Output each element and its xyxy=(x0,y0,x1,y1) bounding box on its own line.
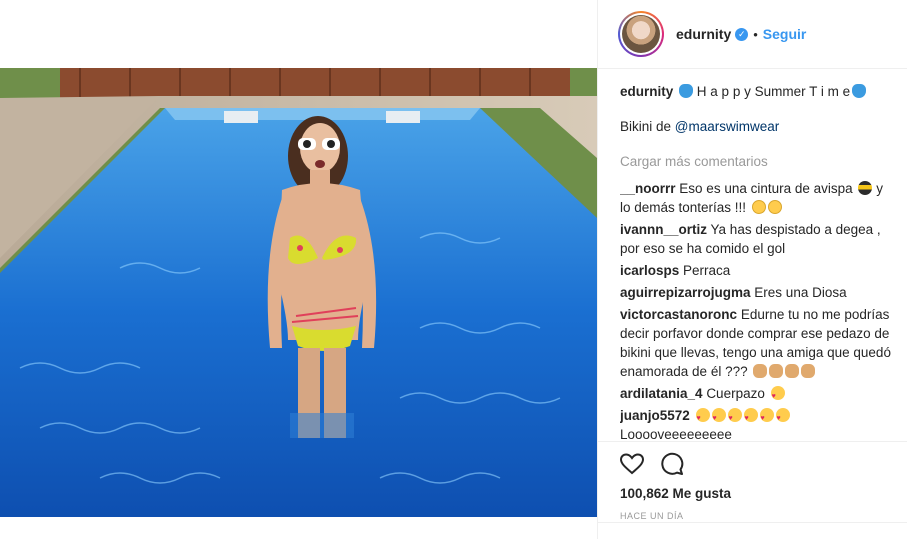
caption-text: H a p p y Summer T i m e xyxy=(696,84,851,99)
comment-item: victorcastanoronc Edurne tu no me podría… xyxy=(620,305,892,381)
comment-text: Eres una Diosa xyxy=(754,285,847,300)
caption-line2: Bikini de xyxy=(620,119,675,134)
avatar-story-ring[interactable] xyxy=(618,11,664,57)
pool-photo-illustration xyxy=(0,68,597,517)
heart-eyes-emoji-icon xyxy=(695,408,710,428)
likes-count[interactable]: 100,862 Me gusta xyxy=(598,478,907,501)
comment-text-cont: Looooveeeeeeeee xyxy=(620,427,732,440)
load-more-comments-link[interactable]: Cargar más comentarios xyxy=(620,152,892,171)
heart-eyes-emoji-icon xyxy=(727,408,742,428)
avatar xyxy=(622,15,660,53)
comment-text: Perraca xyxy=(683,263,731,278)
post-header: edurnity ✓ • Seguir xyxy=(598,0,907,68)
comment-username[interactable]: icarlosps xyxy=(620,263,679,278)
header-divider xyxy=(598,68,907,69)
comment-item: juanjo5572 Looooveeeeeeeee xyxy=(620,406,892,440)
heart-eyes-emoji-icon xyxy=(775,408,790,428)
follow-button[interactable]: Seguir xyxy=(763,26,807,42)
header-username[interactable]: edurnity xyxy=(676,26,731,42)
post-caption: edurnity H a p p y Summer T i m e Bikini… xyxy=(620,82,892,136)
post-timestamp[interactable]: HACE UN DÍA xyxy=(598,501,907,521)
comment-username[interactable]: juanjo5572 xyxy=(620,408,690,423)
comment-item: ivannn__ortiz Ya has despistado a degea … xyxy=(620,220,892,258)
comment-text: Eso es una cintura de avispa xyxy=(679,181,853,196)
photo-column xyxy=(0,0,597,539)
pray-emoji-icon xyxy=(785,364,800,378)
butterfly-emoji-icon xyxy=(679,84,694,98)
comment-item: icarlosps Perraca xyxy=(620,261,892,280)
heart-eyes-emoji-icon xyxy=(711,408,726,428)
heart-eyes-emoji-icon xyxy=(743,408,758,428)
comment-text: Cuerpazo xyxy=(706,386,765,401)
flushed-face-emoji-icon xyxy=(767,200,782,214)
pray-emoji-icon xyxy=(769,364,784,378)
heart-icon[interactable] xyxy=(620,453,644,475)
post-photo[interactable] xyxy=(0,68,597,517)
comment-item: aguirrepizarrojugma Eres una Diosa xyxy=(620,283,892,302)
comment-username[interactable]: ardilatania_4 xyxy=(620,386,703,401)
comment-bubble-icon[interactable] xyxy=(660,452,684,476)
comment-item: __noorrr Eso es una cintura de avispa y … xyxy=(620,179,892,217)
comment-item: ardilatania_4 Cuerpazo xyxy=(620,384,892,406)
heart-eyes-emoji-icon xyxy=(770,386,785,406)
post-sidebar: edurnity ✓ • Seguir edurnity H a p p y S… xyxy=(597,0,907,539)
heart-eyes-emoji-icon xyxy=(759,408,774,428)
comment-username[interactable]: ivannn__ortiz xyxy=(620,222,707,237)
caption-mention-link[interactable]: @maarswimwear xyxy=(675,119,779,134)
comment-username[interactable]: __noorrr xyxy=(620,181,676,196)
pray-emoji-icon xyxy=(801,364,816,378)
butterfly-emoji-icon xyxy=(852,84,867,98)
caption-username[interactable]: edurnity xyxy=(620,84,673,99)
bee-emoji-icon xyxy=(858,181,873,195)
bottom-divider xyxy=(598,522,907,523)
pray-emoji-icon xyxy=(753,364,768,378)
comment-username[interactable]: aguirrepizarrojugma xyxy=(620,285,751,300)
comments-list[interactable]: edurnity H a p p y Summer T i m e Bikini… xyxy=(620,82,892,440)
flushed-face-emoji-icon xyxy=(751,200,766,214)
action-icons xyxy=(598,442,907,478)
comment-username[interactable]: victorcastanoronc xyxy=(620,307,737,322)
header-separator: • xyxy=(753,26,758,42)
post-actions: 100,862 Me gusta HACE UN DÍA xyxy=(598,441,907,521)
verified-badge-icon: ✓ xyxy=(735,27,749,41)
